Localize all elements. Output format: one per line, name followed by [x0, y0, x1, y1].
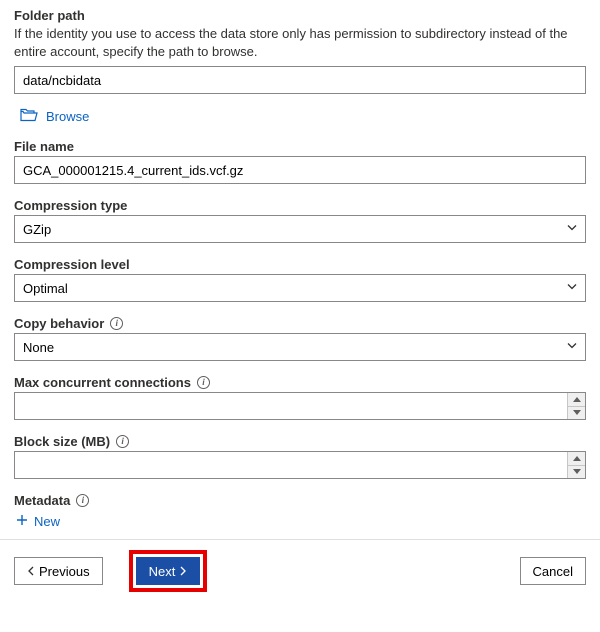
- compression-level-label: Compression level: [14, 257, 586, 272]
- previous-button[interactable]: Previous: [14, 557, 103, 585]
- group-compression-type: Compression type: [14, 198, 586, 243]
- info-icon[interactable]: i: [76, 494, 89, 507]
- group-block-size: Block size (MB) i: [14, 434, 586, 479]
- max-connections-label: Max concurrent connections i: [14, 375, 586, 390]
- folder-path-input[interactable]: [14, 66, 586, 94]
- folder-path-description: If the identity you use to access the da…: [14, 25, 586, 60]
- group-file-name: File name: [14, 139, 586, 184]
- chevron-left-icon: [27, 564, 35, 579]
- compression-level-select[interactable]: [14, 274, 586, 302]
- block-size-label-text: Block size (MB): [14, 434, 110, 449]
- chevron-right-icon: [179, 564, 187, 579]
- group-metadata: Metadata i New: [14, 493, 586, 529]
- plus-icon: [16, 514, 28, 529]
- compression-type-select[interactable]: [14, 215, 586, 243]
- previous-label: Previous: [39, 564, 90, 579]
- info-icon[interactable]: i: [197, 376, 210, 389]
- metadata-label-text: Metadata: [14, 493, 70, 508]
- file-name-label: File name: [14, 139, 586, 154]
- group-copy-behavior: Copy behavior i: [14, 316, 586, 361]
- next-label: Next: [149, 564, 176, 579]
- browse-button[interactable]: Browse: [20, 108, 586, 125]
- copy-behavior-select[interactable]: [14, 333, 586, 361]
- group-folder-path: Folder path If the identity you use to a…: [14, 8, 586, 125]
- folder-path-label: Folder path: [14, 8, 586, 23]
- next-button[interactable]: Next: [136, 557, 201, 585]
- add-metadata-label: New: [34, 514, 60, 529]
- cancel-button[interactable]: Cancel: [520, 557, 586, 585]
- group-max-connections: Max concurrent connections i: [14, 375, 586, 420]
- footer-bar: Previous Next Cancel: [0, 540, 600, 604]
- copy-behavior-label-text: Copy behavior: [14, 316, 104, 331]
- info-icon[interactable]: i: [110, 317, 123, 330]
- folder-icon: [20, 108, 38, 125]
- add-metadata-button[interactable]: New: [16, 514, 586, 529]
- block-size-input[interactable]: [14, 451, 586, 479]
- copy-behavior-label: Copy behavior i: [14, 316, 586, 331]
- metadata-label: Metadata i: [14, 493, 586, 508]
- group-compression-level: Compression level: [14, 257, 586, 302]
- compression-type-label: Compression type: [14, 198, 586, 213]
- file-name-input[interactable]: [14, 156, 586, 184]
- cancel-label: Cancel: [533, 564, 573, 579]
- max-connections-input[interactable]: [14, 392, 586, 420]
- block-size-label: Block size (MB) i: [14, 434, 586, 449]
- info-icon[interactable]: i: [116, 435, 129, 448]
- browse-label: Browse: [46, 109, 89, 124]
- next-button-highlight: Next: [129, 550, 208, 592]
- form-panel: Folder path If the identity you use to a…: [0, 0, 600, 529]
- max-connections-label-text: Max concurrent connections: [14, 375, 191, 390]
